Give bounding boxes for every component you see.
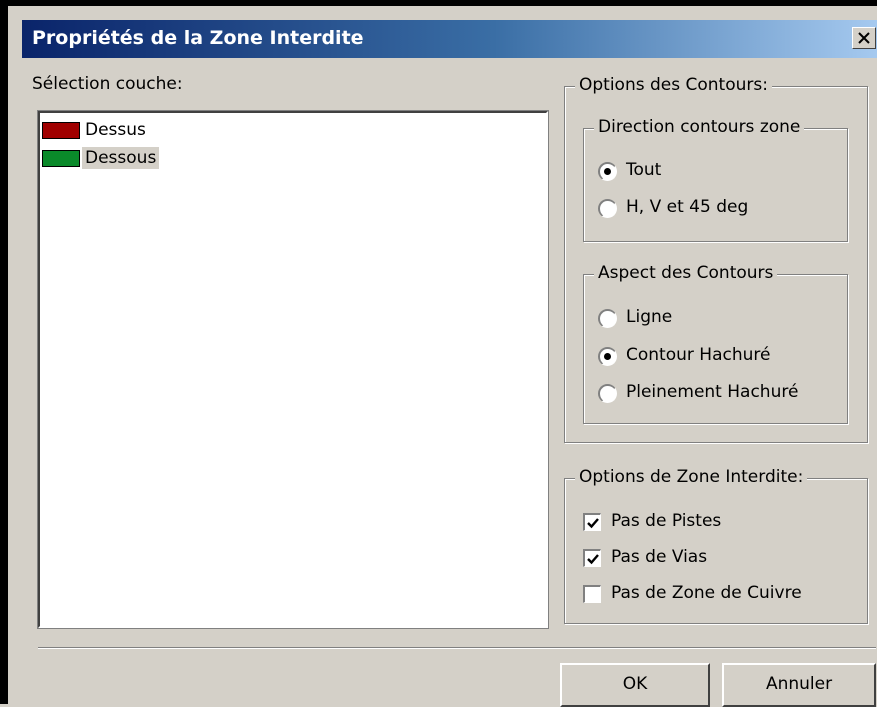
keepout-options-group: Options de Zone Interdite: Pas de Pistes…	[564, 467, 868, 624]
direction-group: Direction contours zone Tout H, V et 45 …	[583, 117, 848, 242]
title-bar: Propriétés de la Zone Interdite	[22, 20, 877, 58]
keepout-options-title: Options de Zone Interdite:	[575, 467, 808, 487]
cancel-button[interactable]: Annuler	[722, 663, 876, 707]
separator	[38, 647, 876, 649]
checkbox[interactable]	[583, 585, 601, 603]
layer-color-swatch	[42, 150, 80, 167]
outline-options-title: Options des Contours:	[575, 75, 772, 95]
dialog-window: Propriétés de la Zone Interdite Sélectio…	[0, 0, 877, 707]
layer-listbox[interactable]: Dessus Dessous	[37, 110, 549, 629]
outline-options-group: Options des Contours: Direction contours…	[564, 75, 868, 443]
radio-button[interactable]	[598, 309, 617, 328]
direction-group-title: Direction contours zone	[594, 117, 805, 137]
radio-label: Contour Hachuré	[626, 345, 771, 365]
radio-button[interactable]	[598, 347, 617, 366]
close-button[interactable]	[852, 27, 876, 49]
layer-color-swatch	[42, 122, 80, 139]
layer-selection-label: Sélection couche:	[32, 74, 183, 94]
aspect-group-title: Aspect des Contours	[594, 263, 778, 283]
list-item-label: Dessus	[85, 120, 146, 140]
radio-label: Pleinement Hachuré	[626, 382, 799, 402]
checkbox[interactable]	[583, 549, 601, 567]
window-title: Propriétés de la Zone Interdite	[32, 27, 364, 49]
radio-button[interactable]	[598, 384, 617, 403]
checkbox-label: Pas de Zone de Cuivre	[611, 583, 802, 603]
radio-label: Ligne	[626, 307, 673, 327]
checkmark-icon	[587, 554, 599, 565]
list-item-label: Dessous	[82, 147, 160, 169]
radio-label: H, V et 45 deg	[626, 197, 749, 217]
radio-label: Tout	[626, 160, 662, 180]
checkmark-icon	[587, 518, 599, 529]
close-icon	[858, 32, 870, 44]
checkbox-label: Pas de Pistes	[611, 511, 722, 531]
ok-button[interactable]: OK	[560, 663, 710, 707]
radio-button[interactable]	[598, 199, 617, 218]
aspect-group: Aspect des Contours Ligne Contour Hachur…	[583, 263, 848, 424]
radio-button[interactable]	[598, 162, 617, 181]
checkbox[interactable]	[583, 513, 601, 531]
checkbox-label: Pas de Vias	[611, 547, 708, 567]
